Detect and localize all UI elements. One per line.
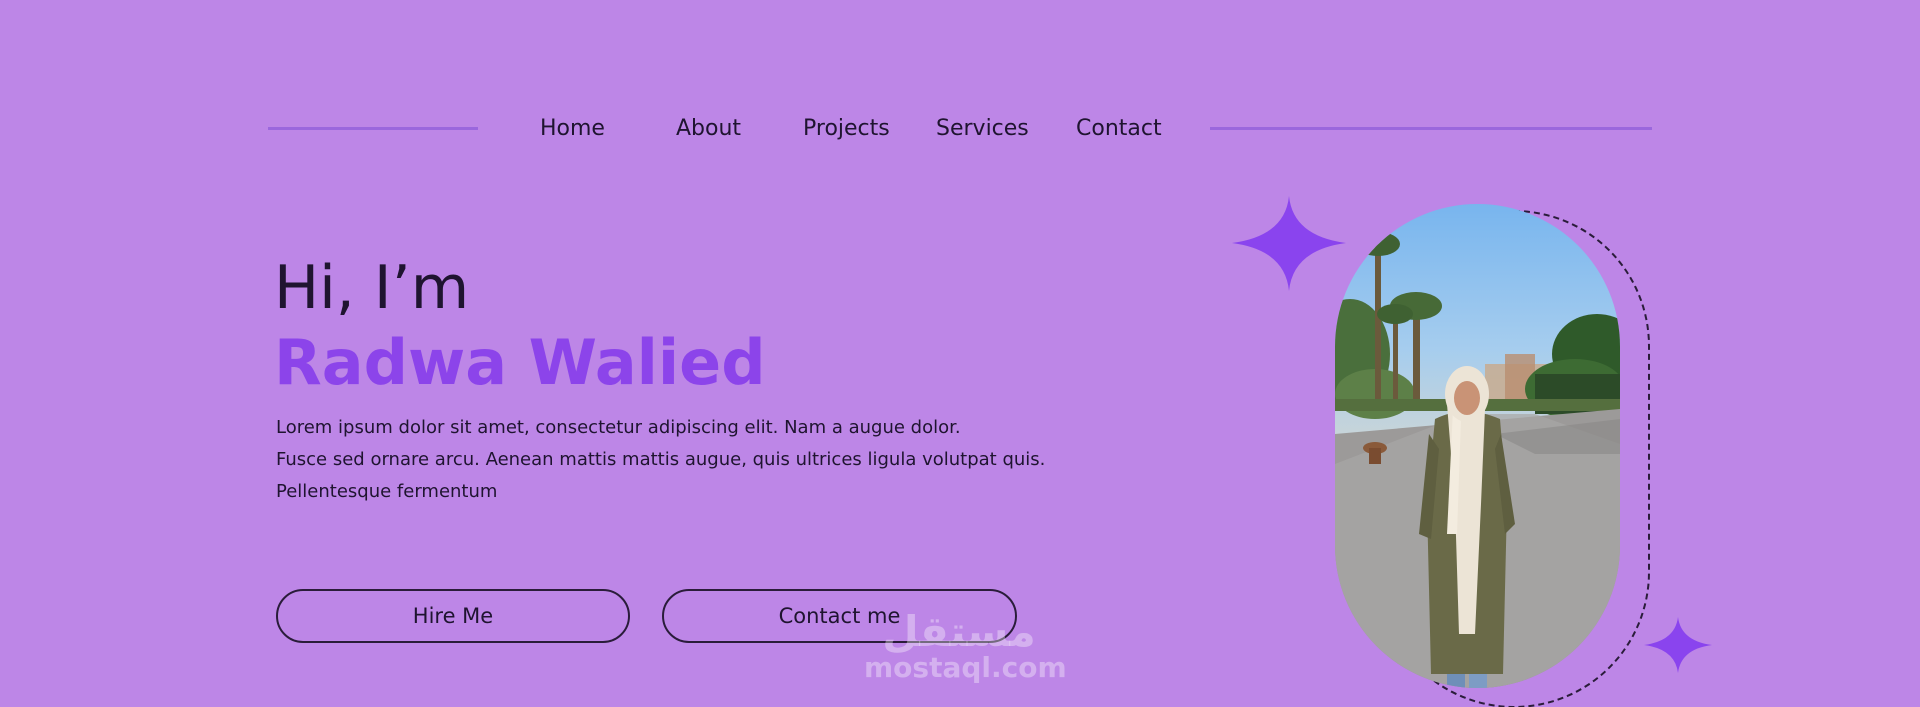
large-sparkle-icon xyxy=(1232,196,1346,291)
watermark-arabic: مستقل xyxy=(882,607,1036,656)
nav-item-services[interactable]: Services xyxy=(936,116,1029,141)
hire-me-button[interactable]: Hire Me xyxy=(276,589,630,643)
watermark: مستقل mostaql.com xyxy=(864,607,1067,684)
nav-item-about[interactable]: About xyxy=(676,116,741,141)
nav-item-home[interactable]: Home xyxy=(540,116,605,141)
hero-name: Radwa Walied xyxy=(274,326,766,399)
watermark-latin: mostaql.com xyxy=(864,651,1067,684)
hero-greeting: Hi, I’m xyxy=(274,253,470,323)
hero-description-line: Pellentesque fermentum xyxy=(276,481,498,502)
portfolio-page: Home About Projects Services Contact Hi,… xyxy=(0,0,1920,707)
small-sparkle-icon xyxy=(1644,617,1712,673)
nav-item-contact[interactable]: Contact xyxy=(1076,116,1162,141)
nav-item-projects[interactable]: Projects xyxy=(803,116,890,141)
hero-description: Lorem ipsum dolor sit amet, consectetur … xyxy=(276,412,1056,508)
hero-description-line: Lorem ipsum dolor sit amet, consectetur … xyxy=(276,417,961,438)
hero-description-line: Fusce sed ornare arcu. Aenean mattis mat… xyxy=(276,449,1046,470)
main-nav: Home About Projects Services Contact xyxy=(0,112,1920,148)
profile-photo xyxy=(1335,204,1620,688)
